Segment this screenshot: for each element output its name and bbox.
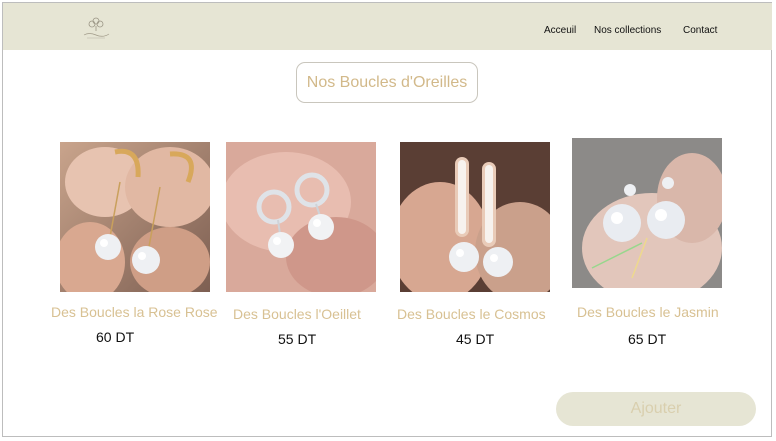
- product-image-oeillet[interactable]: [226, 142, 376, 292]
- section-title-text: Nos Boucles d'Oreilles: [306, 73, 468, 91]
- product-price: 60 DT: [96, 329, 135, 345]
- add-button[interactable]: Ajouter: [556, 392, 756, 426]
- site-header: Acceuil Nos collections Contact: [3, 3, 772, 50]
- add-button-label: Ajouter: [630, 400, 682, 417]
- product-image-cosmos[interactable]: [400, 142, 550, 292]
- product-name[interactable]: Des Boucles l'Oeillet: [233, 306, 361, 322]
- product-name[interactable]: Des Boucles le Cosmos: [397, 306, 546, 322]
- product-price: 55 DT: [278, 331, 317, 347]
- product-name[interactable]: Des Boucles le Jasmin: [577, 304, 719, 320]
- nav-acceuil[interactable]: Acceuil: [544, 25, 576, 36]
- section-title: Nos Boucles d'Oreilles: [296, 62, 478, 103]
- nav-contact[interactable]: Contact: [683, 25, 717, 36]
- product-image-jasmin[interactable]: [572, 138, 722, 288]
- nav-nos-collections[interactable]: Nos collections: [594, 25, 661, 36]
- product-image-rose-rose[interactable]: [60, 142, 210, 292]
- product-price: 45 DT: [456, 331, 495, 347]
- product-name[interactable]: Des Boucles la Rose Rose: [51, 304, 218, 320]
- earring-logo-icon[interactable]: [79, 15, 113, 41]
- product-price: 65 DT: [628, 331, 667, 347]
